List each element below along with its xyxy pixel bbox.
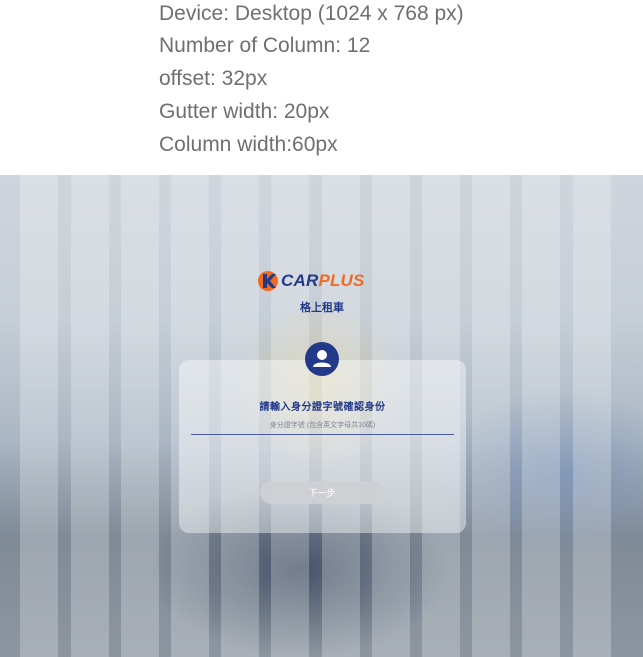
spec-gutter: Gutter width: 20px: [159, 100, 330, 123]
user-icon: [305, 342, 339, 376]
logo-car: CAR: [281, 271, 319, 290]
grid-column: [573, 175, 611, 657]
spec-offset: offset: 32px: [159, 67, 268, 90]
logo-plus: PLUS: [318, 271, 365, 290]
login-screen: CARPLUS 格上租車 請輸入身分證字號確認身份 下一步: [0, 175, 643, 657]
grid-column: [472, 175, 510, 657]
logo-wordmark: CARPLUS: [281, 271, 365, 291]
next-button[interactable]: 下一步: [260, 481, 384, 504]
id-verification-card: 請輸入身分證字號確認身份 下一步: [179, 360, 466, 533]
grid-column: [121, 175, 159, 657]
grid-column: [522, 175, 560, 657]
card-title: 請輸入身分證字號確認身份: [259, 402, 386, 413]
grid-column: [71, 175, 109, 657]
carplus-logo: CARPLUS: [257, 270, 387, 292]
carplus-mark-icon: [258, 271, 278, 291]
id-number-input[interactable]: [191, 417, 454, 435]
brand-subtitle: 格上租車: [300, 302, 344, 314]
spec-device: Device: Desktop (1024 x 768 px): [159, 2, 464, 25]
grid-column: [20, 175, 58, 657]
spec-columns: Number of Column: 12: [159, 34, 371, 57]
spec-column-width: Column width:60px: [159, 133, 338, 156]
